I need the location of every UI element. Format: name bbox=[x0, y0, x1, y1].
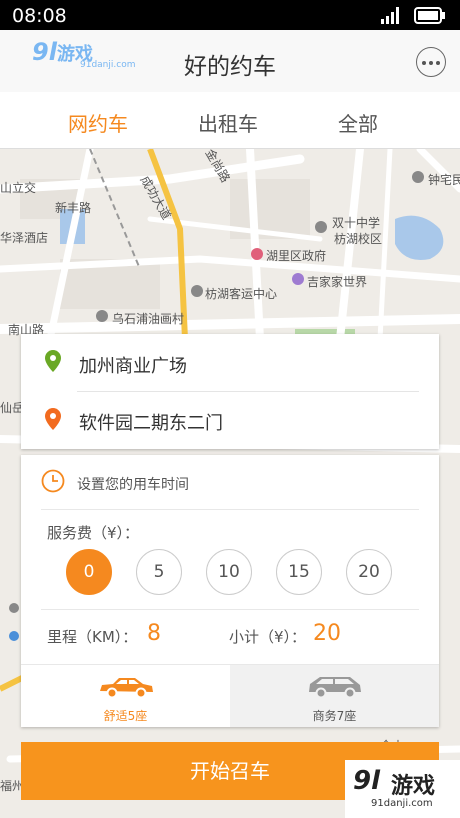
map-label: 枋湖校区 bbox=[334, 232, 383, 246]
fee-option-5[interactable]: 5 bbox=[136, 549, 182, 595]
poi-school-icon bbox=[315, 221, 327, 233]
tab-bar: 网约车 出租车 全部 bbox=[0, 92, 460, 149]
car-option-comfort[interactable]: 舒适5座 bbox=[21, 665, 230, 727]
sedan-icon bbox=[100, 678, 153, 699]
map-label: 枋湖客运中心 bbox=[205, 287, 278, 301]
watermark-number: 9l bbox=[32, 38, 57, 66]
dot-icon bbox=[436, 61, 440, 65]
route-card: 加州商业广场 软件园二期东二门 bbox=[21, 334, 439, 449]
schedule-time-button[interactable]: 设置您的用车时间 bbox=[77, 474, 189, 494]
order-options-card: 设置您的用车时间 服务费（¥）： 0 5 10 15 20 里程（KM）： 8 … bbox=[21, 455, 439, 727]
dot-icon bbox=[429, 61, 433, 65]
watermark-logo: 9l游戏 91danji.com bbox=[32, 38, 135, 70]
map-label: 钟宅民 bbox=[428, 173, 460, 187]
map-label: 双十中学 bbox=[332, 216, 381, 230]
car-option-business[interactable]: 商务7座 bbox=[230, 665, 439, 727]
status-time: 08:08 bbox=[12, 5, 67, 27]
mpv-icon bbox=[309, 677, 361, 699]
watermark-number: 9l bbox=[353, 766, 381, 796]
watermark-text: 游戏 bbox=[391, 774, 436, 799]
poi-gallery-icon bbox=[96, 310, 108, 322]
end-pin-icon bbox=[45, 408, 61, 430]
divider bbox=[41, 609, 419, 610]
end-address[interactable]: 软件园二期东二门 bbox=[79, 409, 223, 435]
poi-marker-icon bbox=[9, 603, 19, 613]
map-label: 华泽酒店 bbox=[0, 231, 49, 245]
tab-ride-hailing[interactable]: 网约车 bbox=[68, 108, 128, 137]
clock-icon bbox=[41, 469, 65, 493]
poi-bus-icon bbox=[191, 285, 203, 297]
map-label: 山立交 bbox=[0, 181, 37, 195]
car-option-comfort-label: 舒适5座 bbox=[103, 709, 148, 723]
watermark-logo-bottom: 9l 游戏 91danji.com bbox=[345, 760, 460, 818]
poi-bank-icon bbox=[9, 631, 19, 641]
battery-icon bbox=[414, 7, 445, 24]
map-label: 吉家家世界 bbox=[307, 275, 368, 289]
poi-government-icon bbox=[251, 248, 263, 260]
subtotal-label: 小计（¥）： bbox=[229, 628, 307, 646]
more-options-button[interactable] bbox=[416, 47, 446, 77]
subtotal-value: 20 bbox=[313, 621, 341, 646]
poi-place-icon bbox=[412, 171, 424, 183]
signal-icon bbox=[381, 7, 399, 24]
divider bbox=[77, 391, 419, 392]
fee-option-15[interactable]: 15 bbox=[276, 549, 322, 595]
fee-option-10[interactable]: 10 bbox=[206, 549, 252, 595]
distance-value: 8 bbox=[147, 621, 161, 646]
status-bar: 08:08 bbox=[0, 0, 460, 30]
tab-all[interactable]: 全部 bbox=[338, 108, 378, 137]
map-label: 湖里区政府 bbox=[266, 249, 327, 263]
dot-icon bbox=[422, 61, 426, 65]
watermark-url: 91danji.com bbox=[80, 60, 136, 70]
distance-label: 里程（KM）： bbox=[47, 628, 138, 646]
poi-mall-icon bbox=[292, 273, 304, 285]
fee-option-20[interactable]: 20 bbox=[346, 549, 392, 595]
divider bbox=[41, 509, 419, 510]
tab-taxi[interactable]: 出租车 bbox=[198, 108, 258, 137]
start-address[interactable]: 加州商业广场 bbox=[79, 352, 187, 378]
map-label: 新丰路 bbox=[55, 201, 92, 215]
car-option-business-label: 商务7座 bbox=[312, 709, 357, 723]
fee-label: 服务费（¥）： bbox=[47, 524, 140, 542]
map-label: 乌石浦油画村 bbox=[112, 312, 185, 326]
watermark-url: 91danji.com bbox=[371, 798, 433, 809]
fee-option-0[interactable]: 0 bbox=[66, 549, 112, 595]
start-pin-icon bbox=[45, 350, 61, 372]
